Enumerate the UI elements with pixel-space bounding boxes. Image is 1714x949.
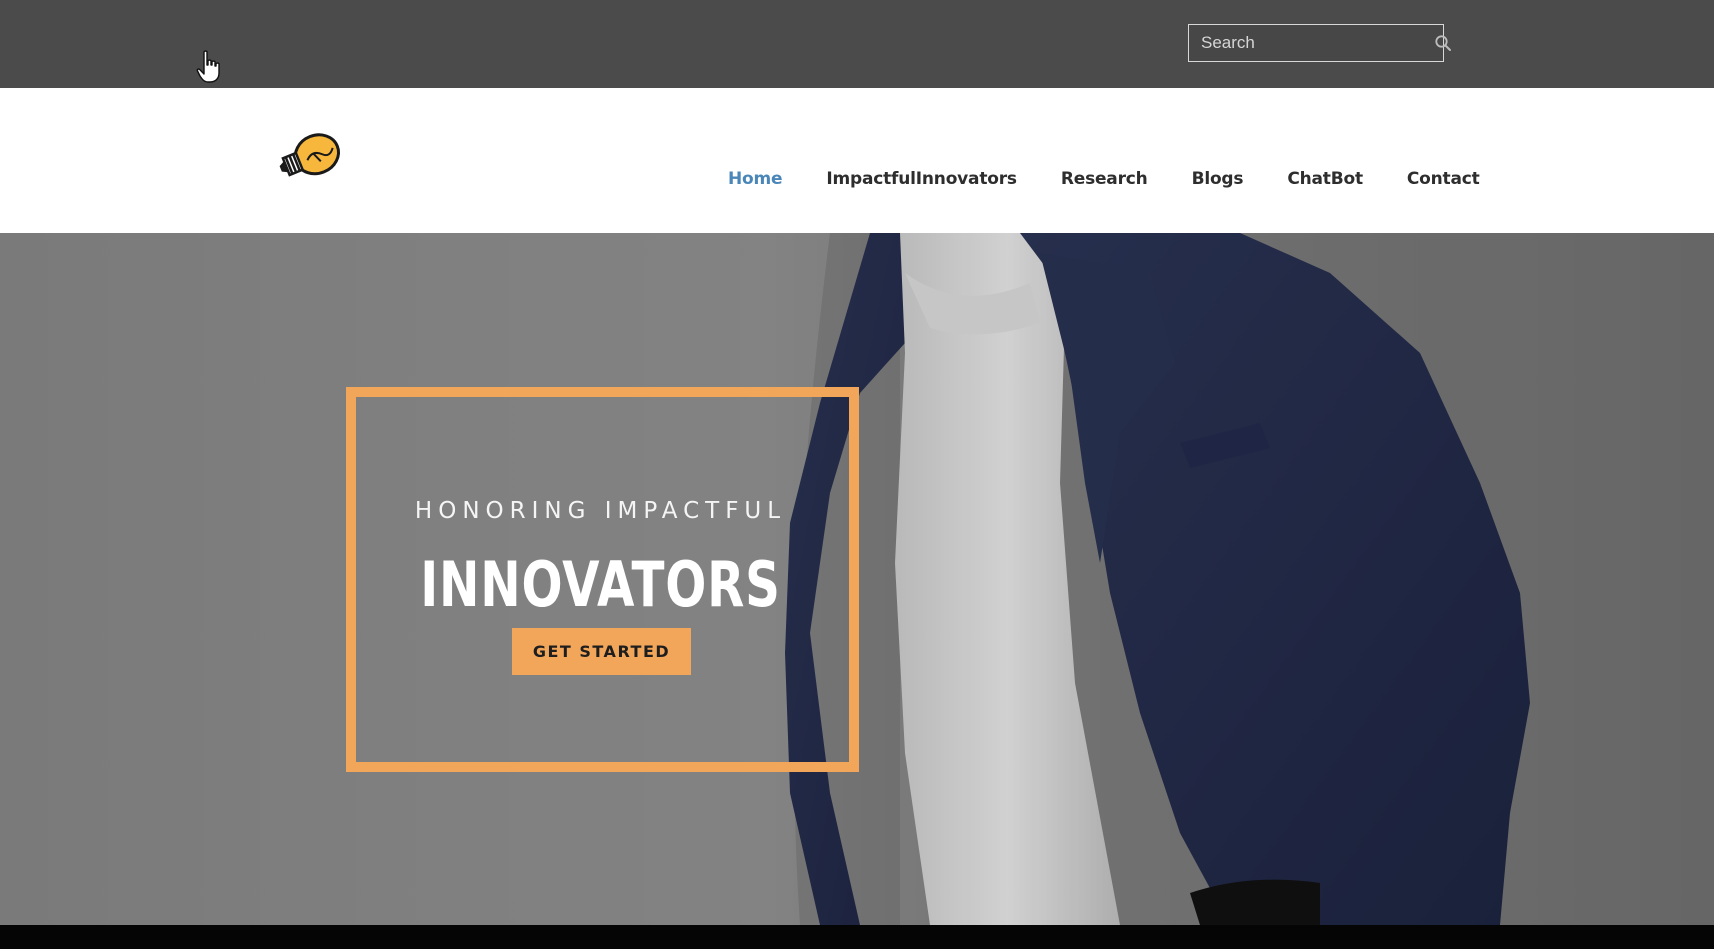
nav-item-blogs[interactable]: Blogs xyxy=(1170,169,1266,189)
hero-headline: INNOVATORS xyxy=(420,548,781,621)
lightbulb-logo-icon[interactable] xyxy=(273,128,351,188)
main-nav: Home ImpactfulInnovators Research Blogs … xyxy=(706,169,1502,189)
search-box[interactable] xyxy=(1188,24,1451,62)
bottom-bar xyxy=(0,925,1714,949)
nav-item-contact[interactable]: Contact xyxy=(1385,169,1502,189)
page: Home ImpactfulInnovators Research Blogs … xyxy=(0,0,1714,949)
nav-item-home[interactable]: Home xyxy=(706,169,804,189)
hero-section: HONORING IMPACTFUL INNOVATORS GET STARTE… xyxy=(0,233,1714,925)
top-bar xyxy=(0,0,1714,88)
hand-pointer-cursor-icon xyxy=(196,50,220,83)
search-input[interactable] xyxy=(1189,25,1434,61)
nav-item-research[interactable]: Research xyxy=(1039,169,1170,189)
get-started-button[interactable]: GET STARTED xyxy=(512,628,691,675)
hero-kicker: HONORING IMPACTFUL xyxy=(414,498,787,524)
nav-item-impactfulinnovators[interactable]: ImpactfulInnovators xyxy=(804,169,1038,189)
nav-item-chatbot[interactable]: ChatBot xyxy=(1265,169,1385,189)
site-header: Home ImpactfulInnovators Research Blogs … xyxy=(0,88,1714,233)
search-icon[interactable] xyxy=(1434,25,1452,61)
